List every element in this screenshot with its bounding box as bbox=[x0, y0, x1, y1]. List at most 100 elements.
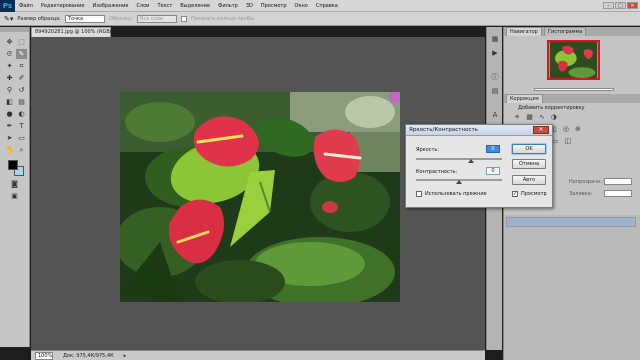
tab-histogram[interactable]: Гистограмма bbox=[543, 27, 587, 36]
eyedropper-icon[interactable]: ✎ bbox=[16, 49, 27, 59]
document-status-bar: 100% Док: 975,4К/975,4К ▸ bbox=[31, 350, 485, 360]
brightness-contrast-dialog: Яркость/Контрастность ✕ Яркость: 0 Контр… bbox=[405, 124, 553, 208]
sample-size-label: Размер образца: bbox=[17, 15, 61, 22]
brightness-slider-thumb[interactable] bbox=[468, 159, 474, 163]
sample-select[interactable]: Все слои bbox=[137, 14, 178, 23]
menu-view[interactable]: Просмотр bbox=[257, 3, 291, 9]
tools-panel-header[interactable] bbox=[0, 27, 29, 32]
document-info: Док: 975,4К/975,4К bbox=[63, 352, 114, 359]
menu-layers[interactable]: Слои bbox=[132, 3, 153, 9]
screen-mode-icon[interactable]: ▣ bbox=[9, 191, 20, 201]
sample-size-select[interactable]: Точка bbox=[64, 14, 105, 23]
status-arrow-icon[interactable]: ▸ bbox=[124, 353, 127, 359]
dialog-title-bar[interactable]: Яркость/Контрастность bbox=[406, 125, 552, 136]
actions-panel-icon[interactable]: ▶ bbox=[490, 49, 500, 57]
curves-icon[interactable]: ∿ bbox=[539, 113, 545, 121]
fill-label: Заливка: bbox=[569, 191, 593, 197]
preview-checkbox[interactable]: ✓ bbox=[512, 191, 518, 197]
lasso-icon[interactable]: ᘓ bbox=[4, 49, 15, 59]
fill-field[interactable] bbox=[604, 190, 632, 197]
blur-icon[interactable]: ● bbox=[4, 109, 15, 119]
contrast-input[interactable]: 0 bbox=[486, 167, 500, 175]
use-legacy-checkbox[interactable] bbox=[416, 191, 422, 197]
marquee-icon[interactable]: ⬚ bbox=[16, 37, 27, 47]
brightness-input[interactable]: 0 bbox=[486, 145, 500, 153]
navigator-zoom-slider[interactable] bbox=[534, 88, 614, 91]
navigator-tab-bar: Навигатор Гистограмма bbox=[504, 27, 640, 36]
maximize-button[interactable]: □ bbox=[615, 2, 626, 9]
add-adjustment-label: Добавить корректировку bbox=[518, 105, 585, 111]
crop-icon[interactable]: ⌗ bbox=[16, 61, 27, 71]
zoom-icon[interactable]: ⌕ bbox=[16, 145, 27, 155]
opacity-label: Непрозрачн.: bbox=[569, 179, 604, 185]
use-legacy-label: Использовать прежние bbox=[425, 191, 487, 197]
preview-label: Просмотр bbox=[521, 191, 547, 197]
menu-type[interactable]: Текст bbox=[153, 3, 176, 9]
foreground-color-swatch[interactable] bbox=[8, 160, 18, 170]
dialog-close-button[interactable]: ✕ bbox=[533, 126, 549, 134]
levels-icon[interactable]: ▦ bbox=[526, 113, 533, 121]
tools-panel: ✥ ⬚ ᘓ ✎ ✦ ⌗ ✚ ✐ ⚲ ↺ ◧ ▤ ● ◐ ✒ T ➤ ▭ ✋ ⌕ … bbox=[0, 27, 30, 347]
adjustment-icons-row-1: ☀ ▦ ∿ ◑ bbox=[514, 113, 557, 121]
path-select-icon[interactable]: ➤ bbox=[4, 133, 15, 143]
show-ring-checkbox[interactable] bbox=[181, 15, 188, 22]
photoshop-logo: Ps bbox=[0, 0, 15, 12]
navigator-thumbnail[interactable] bbox=[547, 40, 600, 80]
cancel-button[interactable]: Отмена bbox=[512, 159, 546, 169]
selective-color-icon[interactable]: ◫ bbox=[565, 137, 572, 145]
contrast-label: Контрастность: bbox=[416, 169, 458, 175]
channel-mixer-icon[interactable]: ⊕ bbox=[575, 125, 581, 133]
opacity-field[interactable] bbox=[604, 178, 632, 185]
menu-help[interactable]: Справка bbox=[312, 3, 342, 9]
move-icon[interactable]: ✥ bbox=[4, 37, 15, 47]
menu-file[interactable]: Файл bbox=[15, 3, 37, 9]
anthurium-photo[interactable] bbox=[120, 92, 400, 302]
zoom-level-field[interactable]: 100% bbox=[35, 351, 53, 360]
tab-adjustments[interactable]: Коррекция bbox=[506, 94, 543, 103]
contrast-slider-thumb[interactable] bbox=[456, 180, 462, 184]
info-panel-icon[interactable]: ⓘ bbox=[490, 73, 500, 81]
history-brush-icon[interactable]: ↺ bbox=[16, 85, 27, 95]
brush-icon[interactable]: ✐ bbox=[16, 73, 27, 83]
hand-icon[interactable]: ✋ bbox=[4, 145, 15, 155]
brightness-slider-track[interactable] bbox=[416, 158, 502, 160]
character-panel-icon[interactable]: A bbox=[490, 111, 500, 119]
shape-icon[interactable]: ▭ bbox=[16, 133, 27, 143]
history-panel-icon[interactable]: ▦ bbox=[490, 35, 500, 43]
pen-icon[interactable]: ✒ bbox=[4, 121, 15, 131]
window-controls: – □ ✕ bbox=[603, 2, 638, 9]
menu-bar: Ps Файл Редактирование Изображение Слои … bbox=[0, 0, 640, 12]
auto-button[interactable]: Авто bbox=[512, 175, 546, 185]
exposure-icon[interactable]: ◑ bbox=[551, 113, 557, 121]
gradient-icon[interactable]: ▤ bbox=[16, 97, 27, 107]
clone-stamp-icon[interactable]: ⚲ bbox=[4, 85, 15, 95]
properties-panel-icon[interactable]: ▤ bbox=[490, 87, 500, 95]
healing-icon[interactable]: ✚ bbox=[4, 73, 15, 83]
options-bar: ✎▾ Размер образца: Точка Образец: Все сл… bbox=[0, 12, 640, 26]
menu-select[interactable]: Выделение bbox=[176, 3, 214, 9]
eraser-icon[interactable]: ◧ bbox=[4, 97, 15, 107]
document-tab[interactable]: 894920281.jpg @ 100% (RGB/8) bbox=[31, 27, 117, 37]
brightness-contrast-icon[interactable]: ☀ bbox=[514, 113, 520, 121]
menu-filter[interactable]: Фильтр bbox=[214, 3, 242, 9]
adjustments-tab-bar: Коррекция bbox=[504, 94, 640, 103]
close-app-button[interactable]: ✕ bbox=[627, 2, 638, 9]
menu-edit[interactable]: Редактирование bbox=[37, 3, 89, 9]
show-ring-label: Показать кольцо пробы bbox=[191, 15, 254, 22]
quick-mask-icon[interactable]: ◙ bbox=[9, 179, 20, 189]
quick-select-icon[interactable]: ✦ bbox=[4, 61, 15, 71]
menu-3d[interactable]: 3D bbox=[242, 3, 257, 9]
eyedropper-tool-preset-icon[interactable]: ✎▾ bbox=[4, 15, 13, 23]
minimize-button[interactable]: – bbox=[603, 2, 614, 9]
type-icon[interactable]: T bbox=[16, 121, 27, 131]
dodge-icon[interactable]: ◐ bbox=[16, 109, 27, 119]
layers-panel: Непрозрачн.: Заливка: bbox=[504, 178, 640, 360]
menu-window[interactable]: Окно bbox=[291, 3, 312, 9]
brightness-label: Яркость: bbox=[416, 147, 440, 153]
sample-label: Образец: bbox=[108, 15, 134, 22]
tab-navigator[interactable]: Навигатор bbox=[506, 27, 542, 36]
menu-image[interactable]: Изображение bbox=[88, 3, 132, 9]
ok-button[interactable]: OK bbox=[512, 144, 546, 154]
layer-row[interactable] bbox=[506, 217, 636, 227]
photo-filter-icon[interactable]: ◎ bbox=[563, 125, 569, 133]
